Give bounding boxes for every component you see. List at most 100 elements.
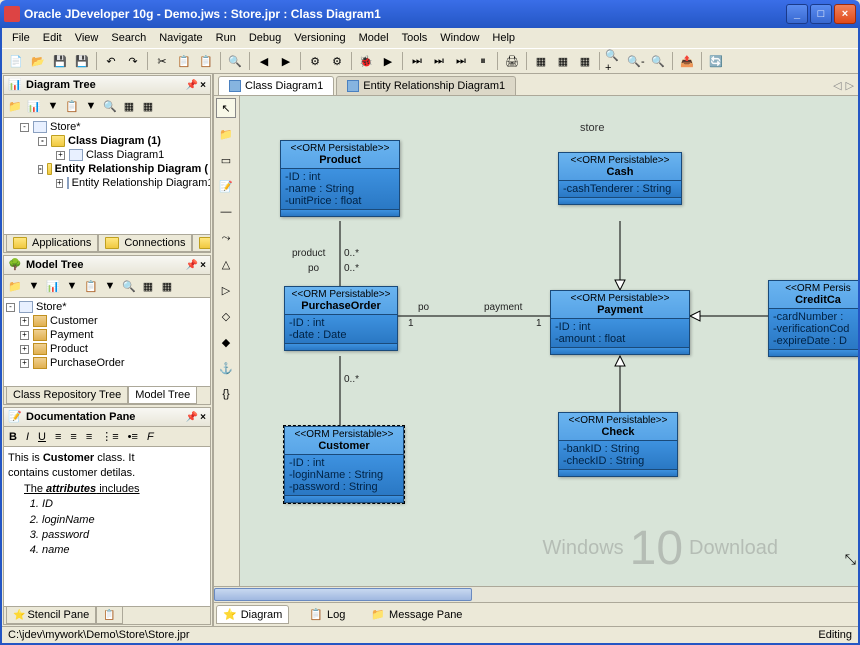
align-center-button[interactable]: ≡ bbox=[67, 430, 79, 444]
grid-button[interactable]: ▦ bbox=[553, 51, 573, 71]
menu-versioning[interactable]: Versioning bbox=[288, 30, 351, 46]
comp-tool[interactable]: ◆ bbox=[216, 332, 236, 352]
bottom-tab-log[interactable]: 📋Log bbox=[303, 606, 351, 623]
diagram-canvas[interactable]: store bbox=[240, 96, 858, 586]
aggr-tool[interactable]: ◇ bbox=[216, 306, 236, 326]
debug-button[interactable]: 🐞 bbox=[356, 51, 376, 71]
ptb-3[interactable]: ▼ bbox=[44, 97, 62, 115]
horizontal-scrollbar[interactable] bbox=[214, 586, 858, 602]
ptb-7[interactable]: ▦ bbox=[120, 97, 138, 115]
open-button[interactable]: 📂 bbox=[28, 51, 48, 71]
menu-tools[interactable]: Tools bbox=[396, 30, 434, 46]
uml-class-payment[interactable]: <<ORM Persistable>> Payment -ID : int -a… bbox=[550, 290, 690, 355]
tab-applications[interactable]: Applications bbox=[6, 235, 98, 252]
ptb-2[interactable]: 📊 bbox=[25, 97, 43, 115]
copy-button[interactable]: 📋 bbox=[174, 51, 194, 71]
minimize-button[interactable]: _ bbox=[786, 4, 808, 24]
maximize-button[interactable]: □ bbox=[810, 4, 832, 24]
resize-handle-icon[interactable]: ⤡ bbox=[845, 551, 856, 568]
menu-model[interactable]: Model bbox=[353, 30, 395, 46]
snap-button[interactable]: ▦ bbox=[575, 51, 595, 71]
constraint-tool[interactable]: {} bbox=[216, 384, 236, 404]
expand-icon[interactable]: + bbox=[20, 359, 29, 368]
mtb-6[interactable]: ▼ bbox=[101, 277, 119, 295]
tree-node-customer[interactable]: + Customer bbox=[6, 314, 208, 328]
layout-button[interactable]: ▦ bbox=[531, 51, 551, 71]
uml-class-customer[interactable]: <<ORM Persistable>> Customer -ID : int -… bbox=[284, 426, 404, 503]
ptb-6[interactable]: 🔍 bbox=[101, 97, 119, 115]
bottom-tab-diagram[interactable]: ⭐Diagram bbox=[216, 605, 289, 624]
tree-node-class-diagram1[interactable]: + Class Diagram1 bbox=[6, 148, 208, 162]
scrollbar-thumb[interactable] bbox=[214, 588, 472, 601]
package-tool[interactable]: 📁 bbox=[216, 124, 236, 144]
menu-run[interactable]: Run bbox=[210, 30, 242, 46]
diagram-tree[interactable]: - Store* - Class Diagram (1) + Class Dia… bbox=[4, 118, 210, 234]
list-unordered-button[interactable]: •≡ bbox=[125, 430, 141, 444]
expand-icon[interactable]: + bbox=[56, 151, 65, 160]
run-button[interactable]: ▶ bbox=[378, 51, 398, 71]
nav-back-button[interactable]: ◀ bbox=[254, 51, 274, 71]
mtb-1[interactable]: 📁 bbox=[6, 277, 24, 295]
mtb-4[interactable]: ▼ bbox=[63, 277, 81, 295]
pin-icon[interactable]: 📌 bbox=[186, 412, 198, 423]
menu-debug[interactable]: Debug bbox=[243, 30, 287, 46]
zoom-out-button[interactable]: 🔍- bbox=[626, 51, 646, 71]
menu-window[interactable]: Window bbox=[434, 30, 485, 46]
depend-tool[interactable]: ⤳ bbox=[216, 228, 236, 248]
menu-view[interactable]: View bbox=[69, 30, 105, 46]
expand-icon[interactable]: + bbox=[20, 317, 29, 326]
nav-forward-button[interactable]: ▶ bbox=[276, 51, 296, 71]
tab-other[interactable]: 📋 bbox=[96, 607, 122, 624]
new-button[interactable]: 📄 bbox=[6, 51, 26, 71]
list-ordered-button[interactable]: ⋮≡ bbox=[98, 429, 121, 444]
save-button[interactable]: 💾 bbox=[50, 51, 70, 71]
underline-button[interactable]: U bbox=[35, 430, 49, 444]
menu-navigate[interactable]: Navigate bbox=[153, 30, 208, 46]
close-button[interactable]: × bbox=[834, 4, 856, 24]
editor-tab-class-diagram[interactable]: Class Diagram1 bbox=[218, 76, 334, 95]
tree-node-purchase-order[interactable]: + PurchaseOrder bbox=[6, 356, 208, 370]
pause-button[interactable]: ⏸ bbox=[473, 51, 493, 71]
redo-button[interactable]: ↷ bbox=[123, 51, 143, 71]
tree-node-store[interactable]: - Store* bbox=[6, 120, 208, 134]
panel-close-icon[interactable]: × bbox=[200, 260, 206, 271]
zoom-in-button[interactable]: 🔍+ bbox=[604, 51, 624, 71]
uml-class-credit-card[interactable]: <<ORM Persis CreditCa -cardNumber : -ver… bbox=[768, 280, 858, 357]
step-out-button[interactable]: ⏭ bbox=[451, 51, 471, 71]
undo-button[interactable]: ↶ bbox=[101, 51, 121, 71]
pin-icon[interactable]: 📌 bbox=[186, 260, 198, 271]
zoom-fit-button[interactable]: 🔍 bbox=[648, 51, 668, 71]
tab-nav-left-icon[interactable]: ◁ bbox=[833, 79, 841, 92]
tree-node-payment[interactable]: + Payment bbox=[6, 328, 208, 342]
uml-class-check[interactable]: <<ORM Persistable>> Check -bankID : Stri… bbox=[558, 412, 678, 477]
rebuild-button[interactable]: ⚙ bbox=[327, 51, 347, 71]
collapse-icon[interactable]: - bbox=[20, 123, 29, 132]
select-tool[interactable]: ↖ bbox=[216, 98, 236, 118]
tree-node-product[interactable]: + Product bbox=[6, 342, 208, 356]
menu-search[interactable]: Search bbox=[105, 30, 152, 46]
tab-stencil-pane[interactable]: ⭐Stencil Pane bbox=[6, 607, 96, 624]
step-button[interactable]: ⏭ bbox=[407, 51, 427, 71]
mtb-7[interactable]: 🔍 bbox=[120, 277, 138, 295]
uml-class-purchase-order[interactable]: <<ORM Persistable>> PurchaseOrder -ID : … bbox=[284, 286, 398, 351]
assoc-tool[interactable]: — bbox=[216, 202, 236, 222]
font-button[interactable]: F bbox=[144, 430, 157, 444]
panel-close-icon[interactable]: × bbox=[200, 412, 206, 423]
ptb-8[interactable]: ▦ bbox=[139, 97, 157, 115]
ptb-1[interactable]: 📁 bbox=[6, 97, 24, 115]
menu-file[interactable]: File bbox=[6, 30, 36, 46]
expand-icon[interactable]: + bbox=[20, 345, 29, 354]
tab-connections[interactable]: Connections bbox=[98, 235, 192, 252]
anchor-tool[interactable]: ⚓ bbox=[216, 358, 236, 378]
tab-model-tree[interactable]: Model Tree bbox=[128, 387, 197, 404]
menu-help[interactable]: Help bbox=[486, 30, 521, 46]
pin-icon[interactable]: 📌 bbox=[186, 80, 198, 91]
align-left-button[interactable]: ≡ bbox=[52, 430, 64, 444]
ptb-4[interactable]: 📋 bbox=[63, 97, 81, 115]
mtb-2[interactable]: ▼ bbox=[25, 277, 43, 295]
bold-button[interactable]: B bbox=[6, 430, 20, 444]
align-right-button[interactable]: ≡ bbox=[83, 430, 95, 444]
step-over-button[interactable]: ⏭ bbox=[429, 51, 449, 71]
expand-icon[interactable]: + bbox=[56, 179, 63, 188]
ptb-5[interactable]: ▼ bbox=[82, 97, 100, 115]
